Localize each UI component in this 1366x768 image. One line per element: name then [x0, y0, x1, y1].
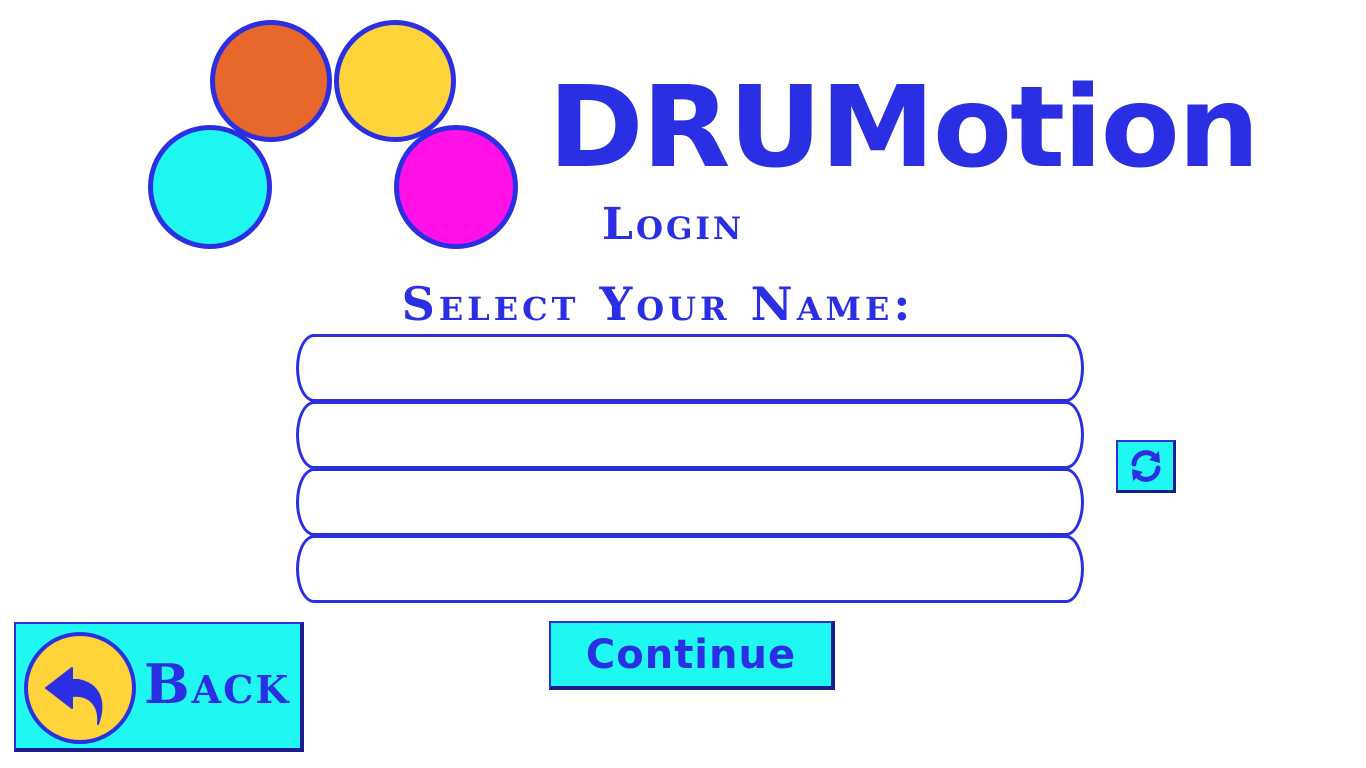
logo-magenta-circle	[394, 125, 518, 249]
name-slot-2[interactable]	[296, 401, 1084, 469]
logo-yellow-circle	[334, 20, 456, 142]
back-arrow-glyph	[45, 667, 103, 725]
back-arrow-icon	[24, 632, 136, 744]
back-label: Back	[144, 652, 291, 716]
name-slot-3[interactable]	[296, 468, 1084, 536]
name-slot-1[interactable]	[296, 334, 1084, 402]
name-list	[296, 334, 1084, 603]
logo-cyan-circle	[148, 125, 272, 249]
name-slot-4[interactable]	[296, 535, 1084, 603]
select-name-prompt: Select Your Name:	[401, 277, 915, 331]
drumotion-logo	[0, 0, 540, 260]
page-title: Login	[602, 199, 745, 250]
continue-button[interactable]: Continue	[549, 621, 835, 690]
brand-name: DRUMotion	[548, 63, 1260, 193]
refresh-button[interactable]	[1116, 440, 1176, 493]
back-button[interactable]: Back	[14, 622, 304, 752]
refresh-icon	[1131, 450, 1160, 482]
logo-orange-circle	[210, 20, 332, 142]
